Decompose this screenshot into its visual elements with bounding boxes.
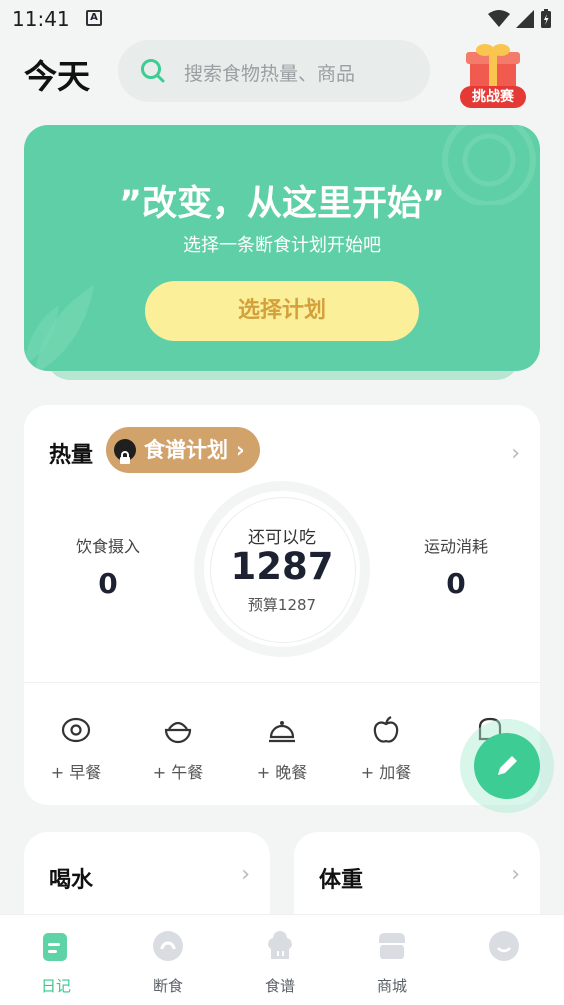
tab-label: 断食 [152,977,183,995]
chevron-right-icon: › [241,862,250,887]
tab-label: 商城 [376,977,407,995]
burn-value: 0 [446,567,466,600]
page-title: 今天 [24,57,90,96]
recipe-plan-label: 食谱计划 [144,438,228,462]
profile-icon [489,931,519,961]
gift-icon [466,44,520,90]
burn-label: 运动消耗 [423,537,488,556]
battery-icon [541,9,551,28]
signal-icon [516,10,534,28]
calorie-card: 热量 食谱计划 › › 饮食摄入 0 还可以吃 1287 预算1287 运动消耗… [24,405,540,805]
fasting-banner: ”改变，从这里开始” 选择一条断食计划开始吧 选择计划 [24,125,540,371]
add-breakfast-button[interactable]: + 早餐 [36,715,116,783]
chevron-right-icon: › [236,438,245,462]
status-bar: 11:41 A [0,0,564,36]
store-icon [379,933,405,959]
banner-title: ”改变，从这里开始” [118,184,445,224]
header: 今天 搜索食物热量、商品 挑战赛 [0,36,564,116]
status-time: 11:41 [12,7,70,31]
apple-icon [373,716,399,743]
meal-label: + 晚餐 [256,763,308,782]
meal-label: + 加餐 [360,763,412,782]
tab-store[interactable]: 商城 [336,915,448,1005]
meal-label: + 早餐 [50,763,102,782]
search-icon [141,59,165,83]
fasting-icon [153,931,183,961]
banner-subtitle: 选择一条断食计划开始吧 [183,235,381,256]
challenge-label: 挑战赛 [460,86,526,108]
wifi-icon [488,10,510,27]
select-plan-button[interactable]: 选择计划 [145,281,419,341]
lock-icon [114,439,136,464]
notification-icon: A [86,10,102,26]
bottom-tab-bar: 日记 断食 食谱 商城 [0,914,564,1005]
water-title: 喝水 [49,868,94,893]
divider [24,682,540,683]
meal-label: + 午餐 [152,763,204,782]
diary-icon [43,933,67,961]
tab-recipes[interactable]: 食谱 [224,915,336,1005]
search-placeholder: 搜索食物热量、商品 [184,63,356,85]
add-lunch-button[interactable]: + 午餐 [138,715,218,783]
rice-bowl-icon [164,721,192,744]
status-icons [488,9,552,29]
chevron-right-icon[interactable]: › [511,441,520,466]
chevron-right-icon: › [511,862,520,887]
calorie-title: 热量 [49,443,94,468]
tab-profile[interactable] [448,915,560,1005]
challenge-button[interactable]: 挑战赛 [458,42,528,112]
pencil-icon [498,756,517,775]
tab-diary[interactable]: 日记 [0,915,112,1005]
tab-label: 日记 [40,977,71,995]
tab-fasting[interactable]: 断食 [112,915,224,1005]
recipe-plan-button[interactable]: 食谱计划 › [106,427,260,473]
edit-fab-button[interactable] [474,733,540,799]
chef-hat-icon [268,931,292,959]
egg-icon [61,717,91,743]
search-bar[interactable]: 搜索食物热量、商品 [118,40,430,102]
weight-title: 体重 [319,868,364,893]
add-snack-button[interactable]: + 加餐 [346,715,426,783]
add-dinner-button[interactable]: + 晚餐 [242,715,322,783]
cloche-icon [269,721,295,743]
leaf-decoration-icon [24,285,94,371]
tab-label: 食谱 [264,977,295,995]
